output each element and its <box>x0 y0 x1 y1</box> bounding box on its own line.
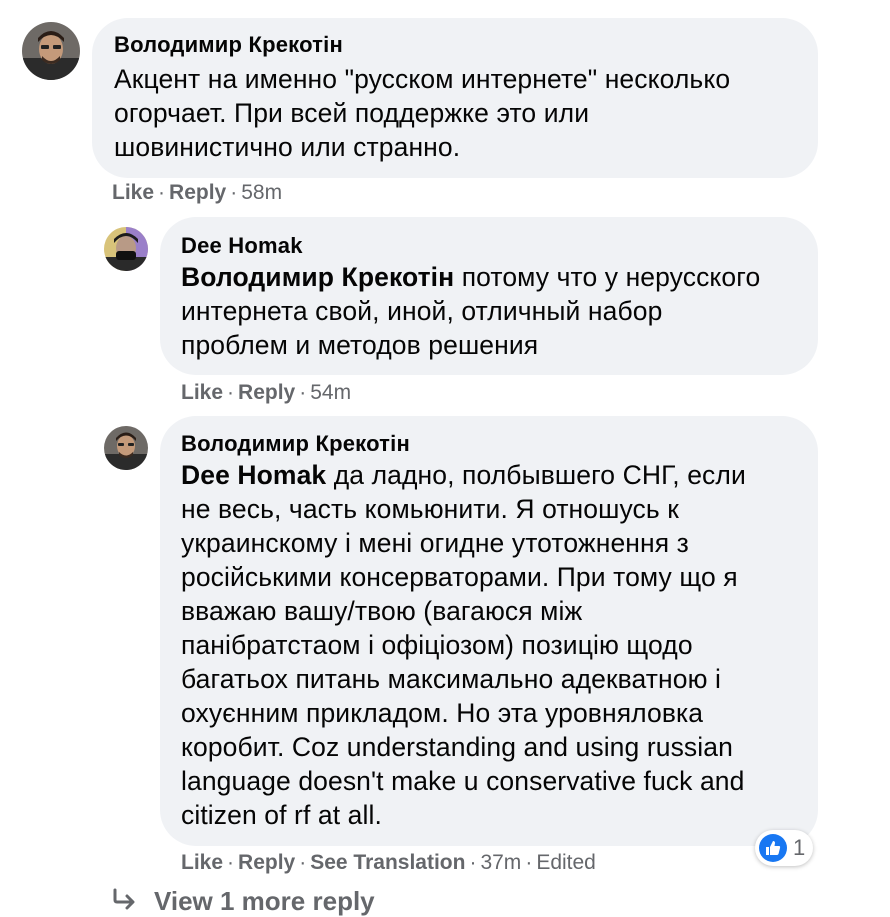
comment-actions: Like · Reply · 54m <box>181 381 351 405</box>
reply-button[interactable]: Reply <box>169 181 226 204</box>
comment-text-fragment: потому что у нерусского <box>454 262 761 292</box>
avatar-photo-icon <box>104 426 148 470</box>
separator-dot: · <box>227 851 235 874</box>
view-more-replies-link[interactable]: View 1 more reply <box>112 886 375 917</box>
comment-author[interactable]: Dee Homak <box>181 233 797 259</box>
separator-dot: · <box>227 381 235 404</box>
comment-actions: Like · Reply · See Translation · 37m · Edited <box>181 851 596 875</box>
comment-bubble: Dee Homak Володимир Крекотін потому что … <box>160 217 818 375</box>
comment-text-line: вважаю вашу/твою (вагаюся між <box>181 596 583 626</box>
see-translation-button[interactable]: See Translation <box>310 851 465 874</box>
like-button[interactable]: Like <box>181 381 223 404</box>
avatar-photo-icon <box>22 22 80 80</box>
comment-text-line: шовинистично или странно. <box>114 132 461 162</box>
comment-text-line: не весь, часть комьюнити. Я отношусь к <box>181 494 679 524</box>
mention-link[interactable]: Dee Homak <box>181 460 326 490</box>
comment-author[interactable]: Володимир Крекотін <box>181 431 797 457</box>
comment-text-line: коробит. Coz understanding and using rus… <box>181 732 733 762</box>
mention-link[interactable]: Володимир Крекотін <box>181 262 454 292</box>
separator-dot: · <box>299 851 307 874</box>
comment-text-line: Dee Homak да ладно, полбывшего СНГ, если <box>181 458 797 492</box>
comment-text-line: language doesn't make u conservative fuc… <box>181 766 745 796</box>
thumbs-up-icon <box>759 834 787 862</box>
comment-text-line: охуєнним прикладом. Но эта уровняловка <box>181 698 704 728</box>
separator-dot: · <box>469 851 477 874</box>
comment-text-line: багатьох питань максимально адекватною і <box>181 664 722 694</box>
timestamp[interactable]: 54m <box>310 381 351 404</box>
like-button[interactable]: Like <box>112 181 154 204</box>
avatar[interactable] <box>104 227 148 271</box>
timestamp[interactable]: 58m <box>241 181 282 204</box>
comment-text: Акцент на именно "русском интернете" нес… <box>114 62 796 164</box>
comment-bubble: Володимир Крекотін Dee Homak да ладно, п… <box>160 416 818 846</box>
avatar[interactable] <box>104 426 148 470</box>
comment-text-line: citizen of rf at all. <box>181 800 382 830</box>
reaction-count: 1 <box>793 835 806 860</box>
avatar[interactable] <box>22 22 80 80</box>
reply-arrow-icon <box>112 886 138 917</box>
timestamp[interactable]: 37m <box>480 851 521 874</box>
like-button[interactable]: Like <box>181 851 223 874</box>
comment-text-line: украинскому і мені огидне утотожнення з <box>181 528 689 558</box>
comment-actions: Like · Reply · 58m <box>112 181 282 205</box>
comment-text-line: огорчает. При всей поддержке это или <box>114 98 590 128</box>
comment-text-line: Акцент на именно "русском интернете" нес… <box>114 64 731 94</box>
reply-button[interactable]: Reply <box>238 851 295 874</box>
separator-dot: · <box>158 181 166 204</box>
comment-text-line: Володимир Крекотін потому что у нерусско… <box>181 260 797 294</box>
comment-author[interactable]: Володимир Крекотін <box>114 32 796 58</box>
comment-text-fragment: да ладно, полбывшего СНГ, если <box>326 460 746 490</box>
separator-dot: · <box>525 851 533 874</box>
comment-bubble: Володимир Крекотін Акцент на именно "рус… <box>92 18 818 178</box>
reaction-badge[interactable]: 1 <box>755 830 814 866</box>
edited-label[interactable]: Edited <box>536 851 596 874</box>
view-more-label: View 1 more reply <box>154 886 375 916</box>
separator-dot: · <box>230 181 238 204</box>
separator-dot: · <box>299 381 307 404</box>
comment-text-line: панібратстаом і офіціозом) позицію щодо <box>181 630 693 660</box>
reply-button[interactable]: Reply <box>238 381 295 404</box>
comment-text-line: интернета свой, иной, отличный набор <box>181 296 663 326</box>
comment-text: Dee Homak да ладно, полбывшего СНГ, если… <box>181 458 797 832</box>
comment-text: Володимир Крекотін потому что у нерусско… <box>181 260 797 362</box>
comment-text-line: проблем и методов решения <box>181 330 539 360</box>
avatar-photo-icon <box>104 227 148 271</box>
comment-text-line: російськими консерваторами. При тому що … <box>181 562 738 592</box>
